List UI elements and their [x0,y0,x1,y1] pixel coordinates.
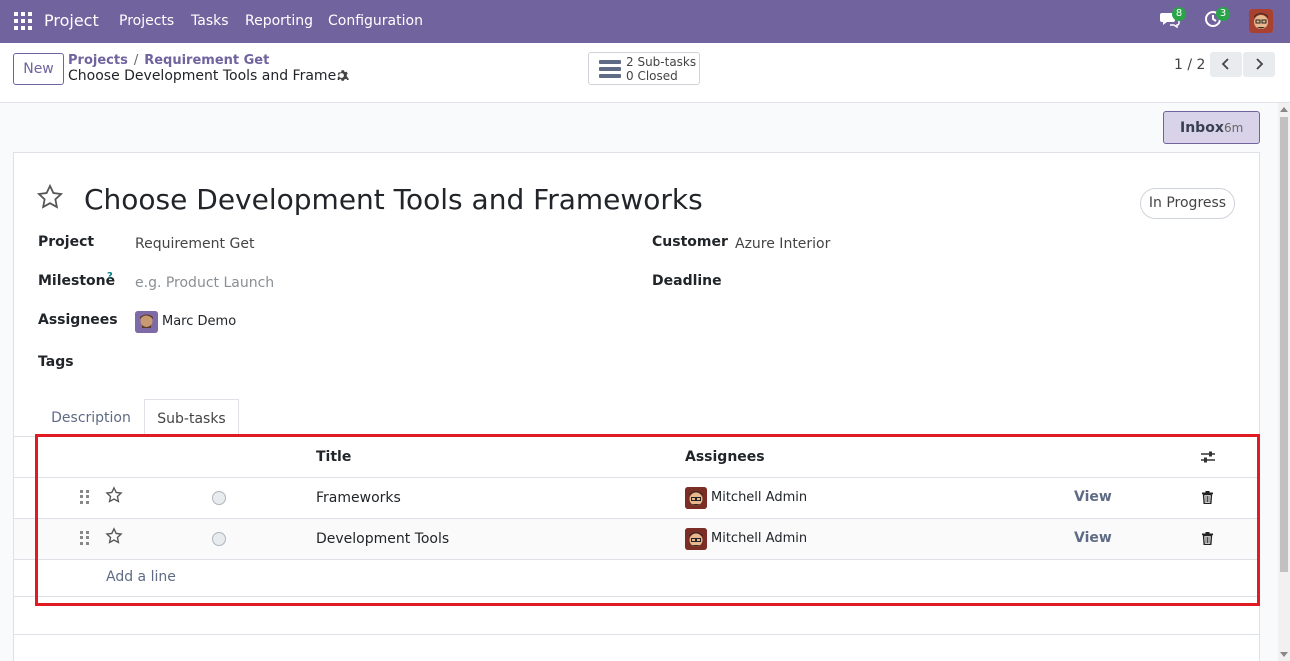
tasks-icon [599,60,621,78]
breadcrumb-current: Choose Development Tools and Frame… [68,68,351,84]
messages-badge: 8 [1172,7,1186,21]
menu-reporting[interactable]: Reporting [245,13,313,29]
breadcrumb-project[interactable]: Requirement Get [144,53,269,68]
row-title[interactable]: Frameworks [316,490,401,506]
scroll-down-icon[interactable] [1280,652,1288,657]
row-title[interactable]: Development Tools [316,531,449,547]
subtasks-smart-button[interactable]: 2 Sub-tasks 0 Closed [588,52,700,85]
deadline-label: Deadline [652,273,722,289]
add-line-link[interactable]: Add a line [106,569,176,585]
breadcrumb-separator: / [133,53,139,68]
trash-icon[interactable] [1202,532,1213,549]
assignee-name[interactable]: Marc Demo [162,314,236,329]
inbox-button[interactable]: Inbox 6m [1163,111,1260,144]
new-button[interactable]: New [13,53,64,85]
divider [14,634,1259,635]
assignee-avatar [135,311,158,333]
customer-field[interactable]: Azure Interior [735,236,830,252]
breadcrumb: Projects / Requirement Get [68,53,269,68]
tab-subtasks[interactable]: Sub-tasks [144,399,239,437]
user-avatar[interactable] [1249,9,1273,33]
milestone-help-icon[interactable]: ? [107,271,113,282]
inbox-time: 6m [1224,121,1244,135]
view-button[interactable]: View [1074,530,1112,546]
table-row[interactable]: Frameworks Mitchell Admin View [14,478,1259,519]
optional-columns-icon[interactable] [1200,450,1216,468]
subtasks-closed: 0 Closed [626,69,678,83]
top-navbar: Project Projects Tasks Reporting Configu… [0,0,1290,43]
inbox-label: Inbox [1180,120,1224,136]
activities-badge: 3 [1216,7,1230,21]
app-brand[interactable]: Project [44,11,99,30]
pager-previous-button[interactable] [1210,52,1242,77]
list-header: Title Assignees [14,437,1259,478]
tags-label: Tags [38,354,74,370]
gear-icon[interactable] [335,69,348,86]
pager-next-button[interactable] [1243,52,1275,77]
priority-star-icon[interactable] [105,527,123,550]
chevron-left-icon [1221,58,1229,70]
milestone-field[interactable]: e.g. Product Launch [135,275,274,291]
view-button[interactable]: View [1074,489,1112,505]
row-assignee[interactable]: Mitchell Admin [711,490,807,505]
priority-star-icon[interactable] [36,183,64,218]
state-circle-icon[interactable] [212,491,226,505]
menu-projects[interactable]: Projects [119,13,174,29]
task-title[interactable]: Choose Development Tools and Frameworks [84,183,703,216]
column-assignees[interactable]: Assignees [685,449,765,465]
drag-handle-icon[interactable] [80,531,90,545]
column-title[interactable]: Title [316,449,351,465]
stage-button[interactable]: In Progress [1140,188,1235,219]
assignee-avatar [685,528,707,550]
milestone-label: Milestone [38,273,116,289]
state-circle-icon[interactable] [212,532,226,546]
scrollbar-thumb[interactable] [1280,117,1288,572]
project-label: Project [38,234,95,250]
menu-configuration[interactable]: Configuration [328,13,423,29]
pager-value[interactable]: 1 / 2 [1174,57,1205,73]
row-assignee[interactable]: Mitchell Admin [711,531,807,546]
messages-button[interactable]: 8 [1160,7,1186,32]
scroll-up-icon[interactable] [1280,107,1288,112]
customer-label: Customer [652,234,728,250]
scrollbar[interactable] [1278,103,1290,661]
tab-description[interactable]: Description [38,399,144,437]
add-line-row: Add a line [14,560,1259,597]
trash-icon[interactable] [1202,491,1213,508]
priority-star-icon[interactable] [105,486,123,509]
control-panel: New Projects / Requirement Get Choose Deve… [0,43,1290,103]
assignees-label: Assignees [38,312,118,328]
assignee-avatar [685,487,707,509]
chevron-right-icon [1256,58,1264,70]
activities-button[interactable]: 3 [1204,7,1230,32]
breadcrumb-projects[interactable]: Projects [68,53,128,68]
app-menu-icon[interactable] [14,12,32,30]
menu-tasks[interactable]: Tasks [191,13,229,29]
subtasks-count: 2 Sub-tasks [626,55,697,69]
drag-handle-icon[interactable] [80,490,90,504]
project-field[interactable]: Requirement Get [135,236,254,252]
table-row[interactable]: Development Tools Mitchell Admin View [14,519,1259,560]
